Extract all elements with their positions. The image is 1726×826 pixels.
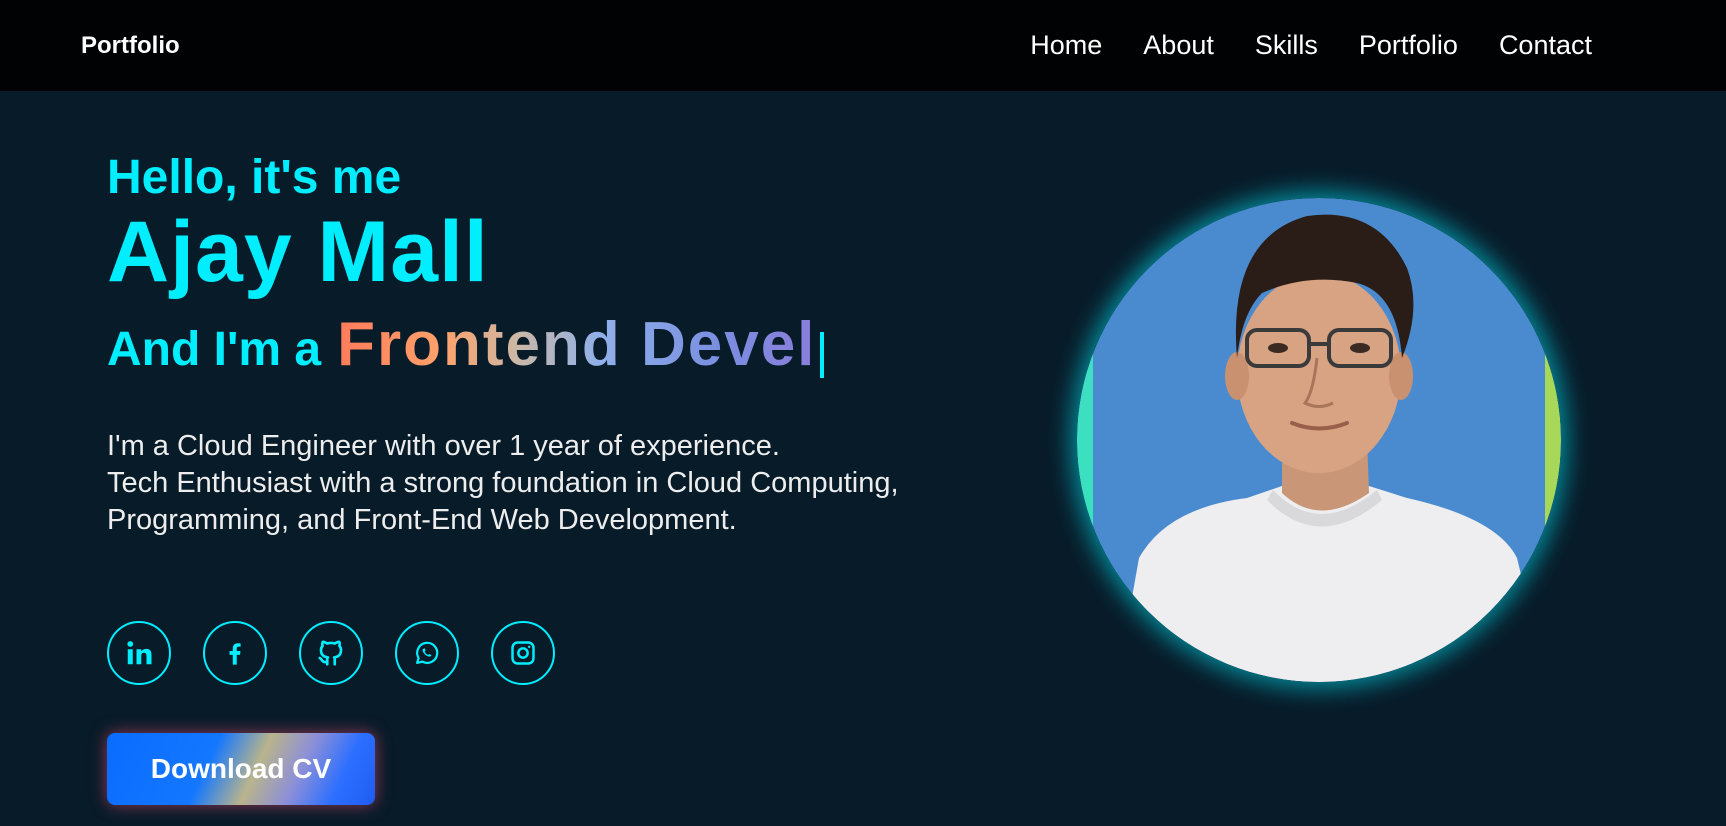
nav-home[interactable]: Home	[1030, 30, 1102, 61]
hero-intro: Hello, it's me Ajay Mall And I'm a Front…	[107, 150, 1007, 380]
social-links	[107, 621, 587, 685]
bio-line: Tech Enthusiast with a strong foundation…	[107, 467, 899, 499]
typing-caret	[820, 331, 825, 378]
nav-contact[interactable]: Contact	[1499, 30, 1592, 61]
instagram-link[interactable]	[491, 621, 555, 685]
nav-skills[interactable]: Skills	[1255, 30, 1318, 61]
facebook-icon	[221, 639, 249, 667]
hero-role-prefix: And I'm a	[107, 323, 322, 377]
bio-line: I'm a Cloud Engineer with over 1 year of…	[107, 430, 780, 462]
whatsapp-link[interactable]	[395, 621, 459, 685]
github-icon	[316, 638, 346, 668]
site-logo[interactable]: Portfolio	[81, 32, 180, 60]
hero-role-typed: Frontend Devel	[337, 310, 817, 380]
site-header: Portfolio Home About Skills Portfolio Co…	[0, 0, 1726, 91]
main-nav: Home About Skills Portfolio Contact	[989, 30, 1592, 61]
github-link[interactable]	[299, 621, 363, 685]
hero-name: Ajay Mall	[107, 204, 489, 301]
hero-bio: I'm a Cloud Engineer with over 1 year of…	[107, 428, 1007, 539]
hero-greeting: Hello, it's me	[107, 151, 402, 204]
instagram-icon	[509, 639, 537, 667]
nav-portfolio[interactable]: Portfolio	[1359, 30, 1458, 61]
bio-line: Programming, and Front-End Web Developme…	[107, 504, 737, 536]
linkedin-link[interactable]	[107, 621, 171, 685]
profile-photo	[1077, 198, 1561, 682]
whatsapp-icon	[413, 639, 441, 667]
nav-about[interactable]: About	[1143, 30, 1214, 61]
hero-role-line: And I'm a Frontend Devel	[107, 309, 1007, 380]
linkedin-icon	[124, 638, 154, 668]
download-cv-button[interactable]: Download CV	[107, 733, 375, 805]
facebook-link[interactable]	[203, 621, 267, 685]
